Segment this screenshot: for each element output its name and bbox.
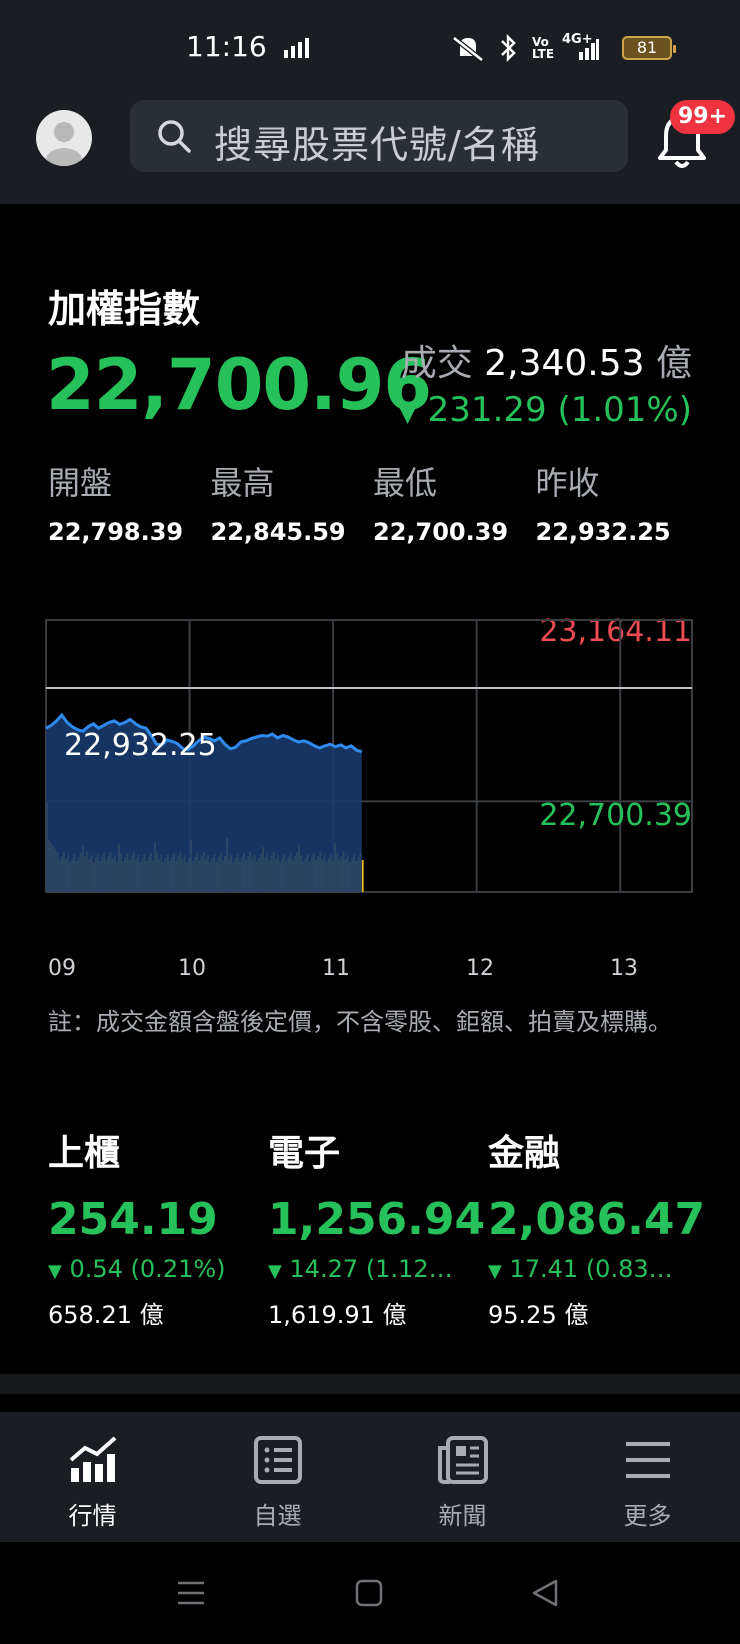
sub-index-name: 金融 — [488, 1133, 561, 1174]
menu-icon — [618, 1432, 678, 1488]
chart-plot — [45, 619, 693, 893]
footnote: 註：成交金額含盤後定價，不含零股、鉅額、拍賣及標購。 — [48, 1008, 672, 1036]
notification-badge[interactable]: 99+ — [670, 100, 736, 134]
stat-high: 最高 22,845.59 — [211, 458, 374, 546]
stat-open: 開盤 22,798.39 — [48, 458, 211, 546]
sub-index-price: 254.19 — [48, 1194, 218, 1245]
chart-icon — [63, 1432, 123, 1488]
wifi-signal-icon — [284, 38, 309, 58]
sub-indices: 上櫃 254.19 ▼ 0.54 (0.21%) 658.21 億 電子 1,2… — [48, 1124, 708, 1330]
nav-label: 新聞 — [438, 1502, 487, 1530]
sub-index-change: ▼ 0.54 (0.21%) — [48, 1255, 260, 1283]
index-change-value: 231.29 (1.01%) — [427, 390, 692, 430]
down-arrow-icon: ▼ — [48, 1261, 62, 1282]
index-change: ▼ 231.29 (1.01%) — [398, 390, 692, 430]
sub-index-change-value: 14.27 (1.12… — [289, 1255, 453, 1283]
home-icon[interactable] — [354, 1578, 384, 1608]
cell-signal-icon — [579, 39, 599, 60]
stat-label: 昨收 — [535, 464, 600, 502]
volte-icon: Vo LTE — [532, 35, 555, 61]
stat-label: 開盤 — [48, 464, 113, 502]
search-icon — [158, 120, 191, 153]
nav-label: 行情 — [68, 1502, 117, 1530]
sub-index-change-value: 17.41 (0.83… — [509, 1255, 673, 1283]
x-tick: 10 — [178, 956, 206, 981]
section-divider — [0, 1374, 740, 1394]
trading-volume: 成交 2,340.53 億 — [401, 334, 692, 386]
recent-apps-icon[interactable] — [176, 1578, 206, 1608]
mute-icon — [452, 36, 484, 62]
nav-item-news[interactable]: 新聞 — [370, 1412, 555, 1542]
app-header: 搜尋股票代號/名稱 99+ — [0, 96, 740, 204]
index-title: 加權指數 — [48, 287, 201, 331]
x-axis: 09 10 11 12 13 — [0, 956, 740, 986]
x-tick: 12 — [466, 956, 494, 981]
volume-bar — [361, 860, 364, 892]
back-icon[interactable] — [530, 1578, 560, 1608]
nav-item-more[interactable]: 更多 — [555, 1412, 740, 1542]
status-bar: 11:16 Vo LTE 4G+ 81 — [0, 0, 740, 96]
user-icon — [46, 122, 82, 166]
index-price: 22,700.96 — [46, 344, 432, 426]
nav-item-market[interactable]: 行情 — [0, 1412, 185, 1542]
avatar[interactable] — [36, 110, 92, 166]
news-icon — [433, 1432, 493, 1488]
status-time: 11:16 — [186, 30, 267, 63]
sub-index-change: ▼ 17.41 (0.83… — [488, 1255, 700, 1283]
nav-item-watchlist[interactable]: 自選 — [185, 1412, 370, 1542]
volume-label: 成交 — [400, 343, 473, 384]
sub-index-price: 1,256.94 — [268, 1194, 486, 1245]
stat-prev-close: 昨收 22,932.25 — [536, 458, 699, 546]
search-placeholder: 搜尋股票代號/名稱 — [214, 123, 540, 167]
down-arrow-icon: ▼ — [268, 1261, 282, 1282]
stat-value: 22,700.39 — [373, 518, 509, 546]
sub-index-change: ▼ 14.27 (1.12… — [268, 1255, 480, 1283]
stat-low: 最低 22,700.39 — [373, 458, 536, 546]
index-stats: 開盤 22,798.39 最高 22,845.59 最低 22,700.39 昨… — [48, 458, 698, 546]
sub-index-finance[interactable]: 金融 2,086.47 ▼ 17.41 (0.83… 95.25 億 — [488, 1124, 708, 1330]
volume-value: 2,340.53 — [484, 343, 645, 384]
down-arrow-icon: ▼ — [398, 399, 417, 427]
system-nav-bar — [0, 1542, 740, 1644]
stat-label: 最高 — [210, 464, 275, 502]
nav-label: 更多 — [623, 1502, 672, 1530]
down-arrow-icon: ▼ — [488, 1261, 502, 1282]
sub-index-name: 上櫃 — [48, 1133, 121, 1174]
search-input[interactable]: 搜尋股票代號/名稱 — [130, 100, 628, 172]
sub-index-volume: 95.25 億 — [488, 1301, 589, 1329]
chart-prev-close-label: 22,932.25 — [64, 728, 217, 763]
list-icon — [248, 1432, 308, 1488]
stat-value: 22,932.25 — [535, 518, 671, 546]
battery-indicator: 81 — [622, 36, 676, 60]
sub-index-volume: 658.21 億 — [48, 1301, 164, 1329]
intraday-chart[interactable]: 23,164.11 22,932.25 22,700.39 09 10 11 1… — [0, 600, 740, 1000]
x-tick: 11 — [322, 956, 350, 981]
sub-index-electronics[interactable]: 電子 1,256.94 ▼ 14.27 (1.12… 1,619.91 億 — [268, 1124, 488, 1330]
sub-index-price: 2,086.47 — [488, 1194, 706, 1245]
bottom-nav: 行情 自選 新聞 更多 — [0, 1412, 740, 1542]
stat-value: 22,798.39 — [48, 518, 184, 546]
chart-low-label: 22,700.39 — [539, 798, 692, 833]
bluetooth-icon — [501, 33, 516, 63]
nav-label: 自選 — [253, 1502, 302, 1530]
stat-label: 最低 — [373, 464, 438, 502]
x-tick: 13 — [610, 956, 638, 981]
sub-index-name: 電子 — [268, 1133, 341, 1174]
sub-index-volume: 1,619.91 億 — [268, 1301, 407, 1329]
sub-index-change-value: 0.54 (0.21%) — [69, 1255, 226, 1283]
volume-unit: 億 — [655, 343, 692, 384]
x-tick: 09 — [48, 956, 76, 981]
stat-value: 22,845.59 — [210, 518, 346, 546]
sub-index-otc[interactable]: 上櫃 254.19 ▼ 0.54 (0.21%) 658.21 億 — [48, 1124, 268, 1330]
